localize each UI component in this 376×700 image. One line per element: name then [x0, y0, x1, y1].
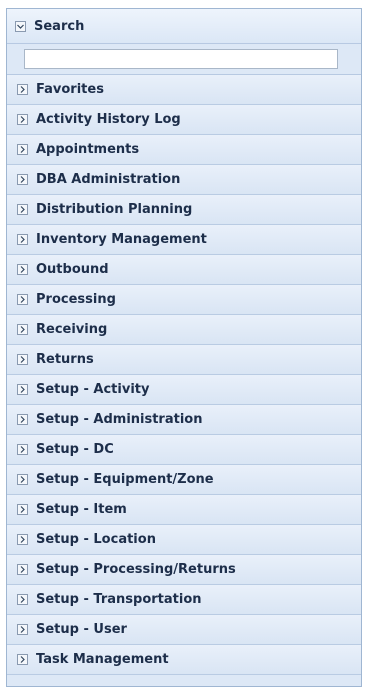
menu-item-setup-activity[interactable]: Setup - Activity [7, 375, 361, 405]
menu-item-label: Favorites [36, 82, 104, 97]
menu-item-setup-administration[interactable]: Setup - Administration [7, 405, 361, 435]
menu-item-receiving[interactable]: Receiving [7, 315, 361, 345]
menu-item-appointments[interactable]: Appointments [7, 135, 361, 165]
menu-list: Favorites Activity History Log Appointme… [7, 75, 361, 675]
menu-item-returns[interactable]: Returns [7, 345, 361, 375]
menu-item-setup-transportation[interactable]: Setup - Transportation [7, 585, 361, 615]
menu-item-setup-processing-returns[interactable]: Setup - Processing/Returns [7, 555, 361, 585]
chevron-right-icon[interactable] [17, 504, 28, 515]
search-input-row [7, 44, 361, 75]
menu-item-label: Processing [36, 292, 116, 307]
menu-item-label: Inventory Management [36, 232, 207, 247]
menu-item-setup-equipment-zone[interactable]: Setup - Equipment/Zone [7, 465, 361, 495]
chevron-right-icon[interactable] [17, 234, 28, 245]
chevron-right-icon[interactable] [17, 144, 28, 155]
chevron-right-icon[interactable] [17, 324, 28, 335]
menu-item-label: Appointments [36, 142, 140, 157]
menu-item-setup-item[interactable]: Setup - Item [7, 495, 361, 525]
navigation-panel: Search Favorites Activity History Log Ap… [6, 8, 362, 687]
menu-item-inventory-management[interactable]: Inventory Management [7, 225, 361, 255]
search-input[interactable] [24, 49, 338, 69]
menu-item-label: Setup - Location [36, 532, 156, 547]
chevron-right-icon[interactable] [17, 384, 28, 395]
menu-item-label: Receiving [36, 322, 108, 337]
menu-item-setup-dc[interactable]: Setup - DC [7, 435, 361, 465]
chevron-right-icon[interactable] [17, 354, 28, 365]
search-section-title: Search [34, 18, 85, 34]
chevron-right-icon[interactable] [17, 264, 28, 275]
menu-item-dba-administration[interactable]: DBA Administration [7, 165, 361, 195]
chevron-right-icon[interactable] [17, 594, 28, 605]
chevron-right-icon[interactable] [17, 414, 28, 425]
menu-item-label: Activity History Log [36, 112, 181, 127]
menu-item-label: DBA Administration [36, 172, 181, 187]
search-section-header[interactable]: Search [7, 9, 361, 44]
menu-item-processing[interactable]: Processing [7, 285, 361, 315]
menu-item-label: Returns [36, 352, 94, 367]
menu-item-label: Setup - Activity [36, 382, 150, 397]
chevron-right-icon[interactable] [17, 564, 28, 575]
chevron-down-icon[interactable] [15, 20, 26, 32]
chevron-right-icon[interactable] [17, 114, 28, 125]
menu-item-label: Setup - User [36, 622, 127, 637]
menu-item-label: Setup - Item [36, 502, 127, 517]
chevron-right-icon[interactable] [17, 654, 28, 665]
menu-item-label: Setup - Processing/Returns [36, 562, 236, 577]
chevron-right-icon[interactable] [17, 84, 28, 95]
menu-item-outbound[interactable]: Outbound [7, 255, 361, 285]
chevron-right-icon[interactable] [17, 204, 28, 215]
menu-item-task-management[interactable]: Task Management [7, 645, 361, 675]
menu-item-label: Setup - DC [36, 442, 114, 457]
menu-item-label: Setup - Transportation [36, 592, 202, 607]
menu-item-setup-location[interactable]: Setup - Location [7, 525, 361, 555]
chevron-right-icon[interactable] [17, 174, 28, 185]
menu-item-label: Outbound [36, 262, 109, 277]
chevron-right-icon[interactable] [17, 444, 28, 455]
chevron-right-icon[interactable] [17, 534, 28, 545]
menu-item-activity-history-log[interactable]: Activity History Log [7, 105, 361, 135]
menu-item-label: Distribution Planning [36, 202, 193, 217]
menu-item-setup-user[interactable]: Setup - User [7, 615, 361, 645]
chevron-right-icon[interactable] [17, 294, 28, 305]
menu-item-label: Setup - Administration [36, 412, 203, 427]
menu-item-label: Task Management [36, 652, 169, 667]
menu-item-label: Setup - Equipment/Zone [36, 472, 214, 487]
chevron-right-icon[interactable] [17, 474, 28, 485]
menu-item-favorites[interactable]: Favorites [7, 75, 361, 105]
menu-item-distribution-planning[interactable]: Distribution Planning [7, 195, 361, 225]
chevron-right-icon[interactable] [17, 624, 28, 635]
